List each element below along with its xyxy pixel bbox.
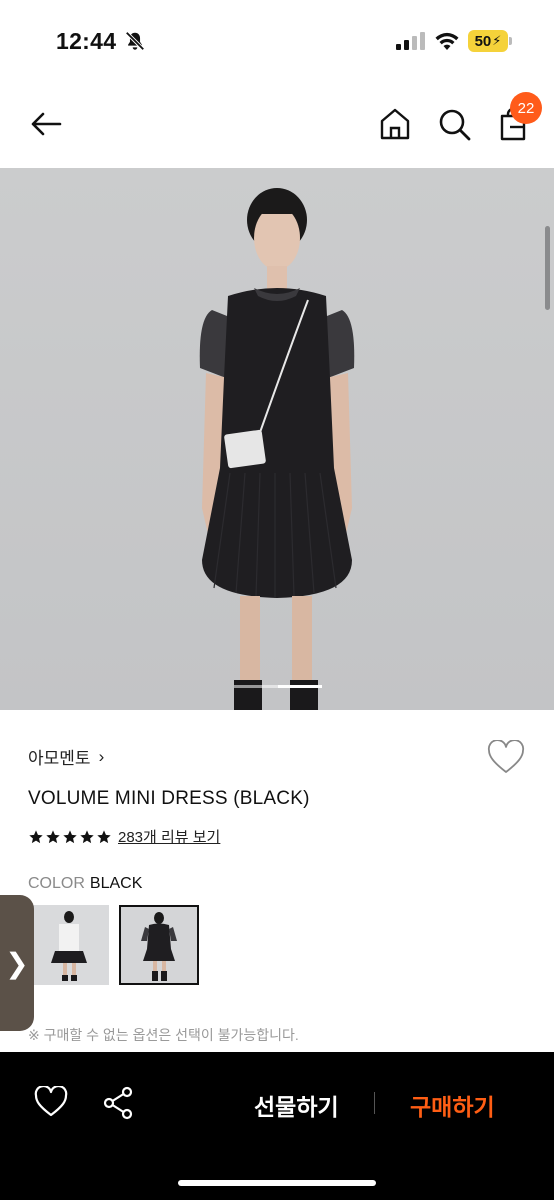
review-link[interactable]: 283개 리뷰 보기 xyxy=(118,826,220,847)
brand-link[interactable]: 아모멘토 › xyxy=(28,744,104,769)
model-photo xyxy=(0,168,554,710)
buy-button[interactable]: 구매하기 xyxy=(410,1088,495,1122)
heart-icon[interactable] xyxy=(487,740,525,776)
swatch-white-photo xyxy=(29,905,109,985)
back-arrow-icon[interactable] xyxy=(28,106,64,142)
swatch-black-photo xyxy=(121,907,197,983)
gift-button[interactable]: 선물하기 xyxy=(254,1088,339,1122)
bottom-bar-divider xyxy=(374,1092,375,1114)
battery-nub xyxy=(509,37,512,45)
color-row: COLOR BLACK xyxy=(28,875,142,893)
product-name: VOLUME MINI DRESS (BLACK) xyxy=(28,788,310,809)
signal-icon xyxy=(396,32,425,50)
option-note: ※ 구매할 수 없는 옵션은 선택이 불가능합니다. xyxy=(28,1027,299,1043)
home-icon[interactable] xyxy=(377,106,413,142)
star-icon xyxy=(46,829,60,843)
bell-slash-icon xyxy=(125,31,145,51)
chevron-right-icon: ❯ xyxy=(5,947,29,979)
color-value: BLACK xyxy=(89,875,143,892)
image-scrollbar xyxy=(545,226,550,310)
brand-name: 아모멘토 xyxy=(28,749,91,768)
search-icon[interactable] xyxy=(436,106,472,142)
star-icon xyxy=(63,829,77,843)
rating-row: 283개 리뷰 보기 xyxy=(28,826,220,847)
side-drawer-tab[interactable]: ❯ xyxy=(0,895,34,1031)
color-swatch-black[interactable] xyxy=(119,905,199,985)
wifi-icon xyxy=(435,32,459,50)
product-image[interactable] xyxy=(0,168,554,710)
star-icon xyxy=(97,829,111,843)
star-icon xyxy=(80,829,94,843)
home-indicator[interactable] xyxy=(178,1180,376,1186)
image-pager xyxy=(234,685,322,688)
chevron-right-icon: › xyxy=(98,746,105,766)
heart-icon[interactable] xyxy=(34,1086,68,1118)
status-bar: 12:44 50 ⚡ xyxy=(0,0,554,80)
battery-indicator: 50 ⚡ xyxy=(468,30,508,52)
top-nav xyxy=(0,80,554,168)
star-rating xyxy=(28,829,112,845)
status-time: 12:44 xyxy=(56,28,117,54)
color-swatch-white[interactable] xyxy=(29,905,109,985)
cart-count-badge: 22 xyxy=(510,92,542,124)
color-label: COLOR xyxy=(28,875,85,892)
share-icon[interactable] xyxy=(102,1086,134,1120)
battery-level: 50 xyxy=(474,32,492,50)
star-icon xyxy=(29,829,43,843)
charging-icon: ⚡ xyxy=(492,33,502,48)
bottom-action-bar: 선물하기 구매하기 xyxy=(0,1052,554,1200)
image-pager-active xyxy=(278,685,322,688)
